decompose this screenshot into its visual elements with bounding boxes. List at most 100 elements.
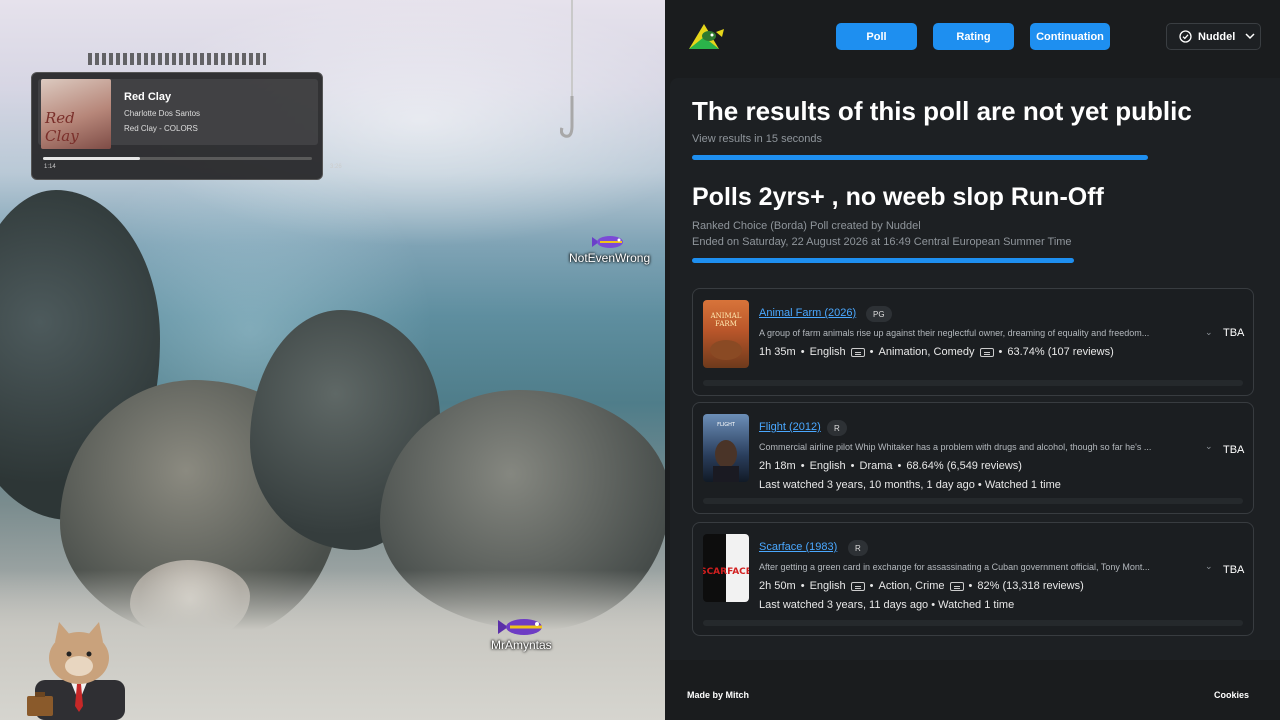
fish-icon [592,236,623,248]
now-playing-widget[interactable]: Red Clay Red Clay Charlotte Dos Santos R… [31,72,342,180]
footer-credit: Made by Mitch [687,690,750,700]
expand-chevron-icon[interactable]: ⌄ [1205,441,1213,452]
movie-rating-badge: PG [866,306,892,322]
expand-chevron-icon[interactable]: ⌄ [1205,327,1213,338]
meta-separator: • [800,580,805,592]
movie-runtime: 2h 18m [759,460,796,472]
track-title: Red Clay [124,91,172,103]
movie-meta: 1h 35m • English • Animation, Comedy • 63.7… [759,346,1114,358]
meta-separator: • [869,580,874,592]
svg-text:ANIMAL: ANIMAL [710,312,742,320]
cat-businessman-sticker [27,622,125,720]
movie-last-watched: Last watched 3 years, 11 days ago [759,599,929,611]
aquarium-scene: Red Clay Red Clay Charlotte Dos Santos R… [0,0,665,720]
cookies-link[interactable]: Cookies [1214,690,1249,700]
movie-meta: 2h 50m • English • Action, Crime • 82% (13,… [759,580,1084,592]
result-bar-track [703,380,1243,386]
movie-last-watched: Last watched 3 years, 10 months, 1 day a… [759,479,975,491]
movie-title-link[interactable]: Scarface (1983) [759,541,837,553]
movie-watch-count: Watched 1 time [984,479,1061,491]
movie-runtime: 1h 35m [759,346,796,358]
time-current: 1:14 [44,164,56,170]
svg-text:FLIGHT: FLIGHT [717,422,736,428]
movie-description: A group of farm animals rise up against … [759,328,1150,338]
movie-description: Commercial airline pilot Whip Whitaker h… [759,442,1152,452]
fish-name-label: NotEvenWrong [569,251,651,265]
track-artist: Charlotte Dos Santos [124,109,201,118]
expand-chevron-icon[interactable]: ⌄ [1205,561,1213,572]
results-countdown-progress [692,155,1148,160]
movie-rating-badge: R [848,540,868,556]
playback-progress-bar[interactable] [43,157,312,160]
movie-score: 82% (13,318 reviews) [977,580,1084,592]
meta-separator: • [850,460,855,472]
poll-created-by: Ranked Choice (Borda) Poll created by Nu… [692,220,921,232]
meta-separator: • [977,479,985,491]
movie-language: English [809,346,846,358]
movie-meta: 2h 18m • English • Drama • 68.64% (6,549 re… [759,460,1022,472]
movie-card[interactable]: SCARFACE Scarface (1983) R After getting… [692,522,1254,636]
movie-poster: ANIMAL FARM [703,300,749,368]
meta-separator: • [897,460,902,472]
svg-text:FARM: FARM [715,320,737,328]
album-art: Red Clay [41,79,111,149]
movie-watch-count: Watched 1 time [938,599,1015,611]
time-total: 3:26 [330,164,342,170]
meta-separator: • [800,346,805,358]
movie-genres: Animation, Comedy [878,346,975,358]
movie-description: After getting a green card in exchange f… [759,562,1150,572]
results-heading: The results of this poll are not yet pub… [692,96,1192,126]
fishing-line [571,0,573,100]
movie-runtime: 2h 50m [759,580,796,592]
movie-score: 63.74% (107 reviews) [1007,346,1114,358]
movie-title-link[interactable]: Flight (2012) [759,421,821,433]
movie-genres: Drama [859,460,893,472]
meta-separator: • [869,346,874,358]
fish-name-label: MrAmyntas [491,638,552,652]
user-menu-button[interactable]: Nuddel [1166,23,1261,50]
movie-language: English [809,460,846,472]
movie-genres: Action, Crime [878,580,945,592]
meta-separator: • [998,346,1003,358]
movie-watch-history: Last watched 3 years, 10 months, 1 day a… [759,479,1061,491]
poll-title: Polls 2yrs+ , no weeb slop Run-Off [692,183,1104,211]
playback-progress-fill [43,157,140,160]
movie-status: TBA [1223,564,1245,576]
movie-card[interactable]: FLIGHT Flight (2012) R Commercial airlin… [692,402,1254,514]
pixel-dots [88,53,266,65]
poll-ended-date: Ended on Saturday, 22 August 2026 at 16:… [692,236,1072,248]
chevron-down-icon [1245,33,1255,40]
movie-score: 68.64% (6,549 reviews) [906,460,1022,472]
svg-text:SCARFACE: SCARFACE [703,567,749,577]
check-circle-icon [1179,30,1192,43]
meta-separator: • [968,580,973,592]
nav-continuation-button[interactable]: Continuation [1030,23,1110,50]
album-art-text: Red Clay [45,109,79,145]
subtitles-icon [850,581,865,591]
movie-poster: FLIGHT [703,414,749,482]
subtitles-icon [850,347,865,357]
movie-poster: SCARFACE [703,534,749,602]
results-countdown: View results in 15 seconds [692,133,823,145]
poll-progress [692,258,1074,263]
fish-icon [498,619,542,635]
movie-status: TBA [1223,444,1245,456]
nav-rating-button[interactable]: Rating [933,23,1014,50]
subtitles-icon [949,581,964,591]
result-bar-track [703,498,1243,504]
site-logo-icon[interactable] [686,21,726,53]
movie-status: TBA [1223,327,1245,339]
meta-separator: • [800,460,805,472]
track-album: Red Clay - COLORS [124,124,198,133]
result-bar-track [703,620,1243,626]
fishing-hook-icon [560,96,574,138]
subtitles-icon [979,347,994,357]
movie-watch-history: Last watched 3 years, 11 days ago • Watc… [759,599,1014,611]
user-name: Nuddel [1198,30,1236,43]
movie-language: English [809,580,846,592]
movie-rating-badge: R [827,420,847,436]
nav-poll-button[interactable]: Poll [836,23,917,50]
poll-panel: Poll Rating Continuation Nuddel The resu… [665,0,1280,720]
movie-card[interactable]: ANIMAL FARM Animal Farm (2026) PG A group… [692,288,1254,396]
movie-title-link[interactable]: Animal Farm (2026) [759,307,856,319]
